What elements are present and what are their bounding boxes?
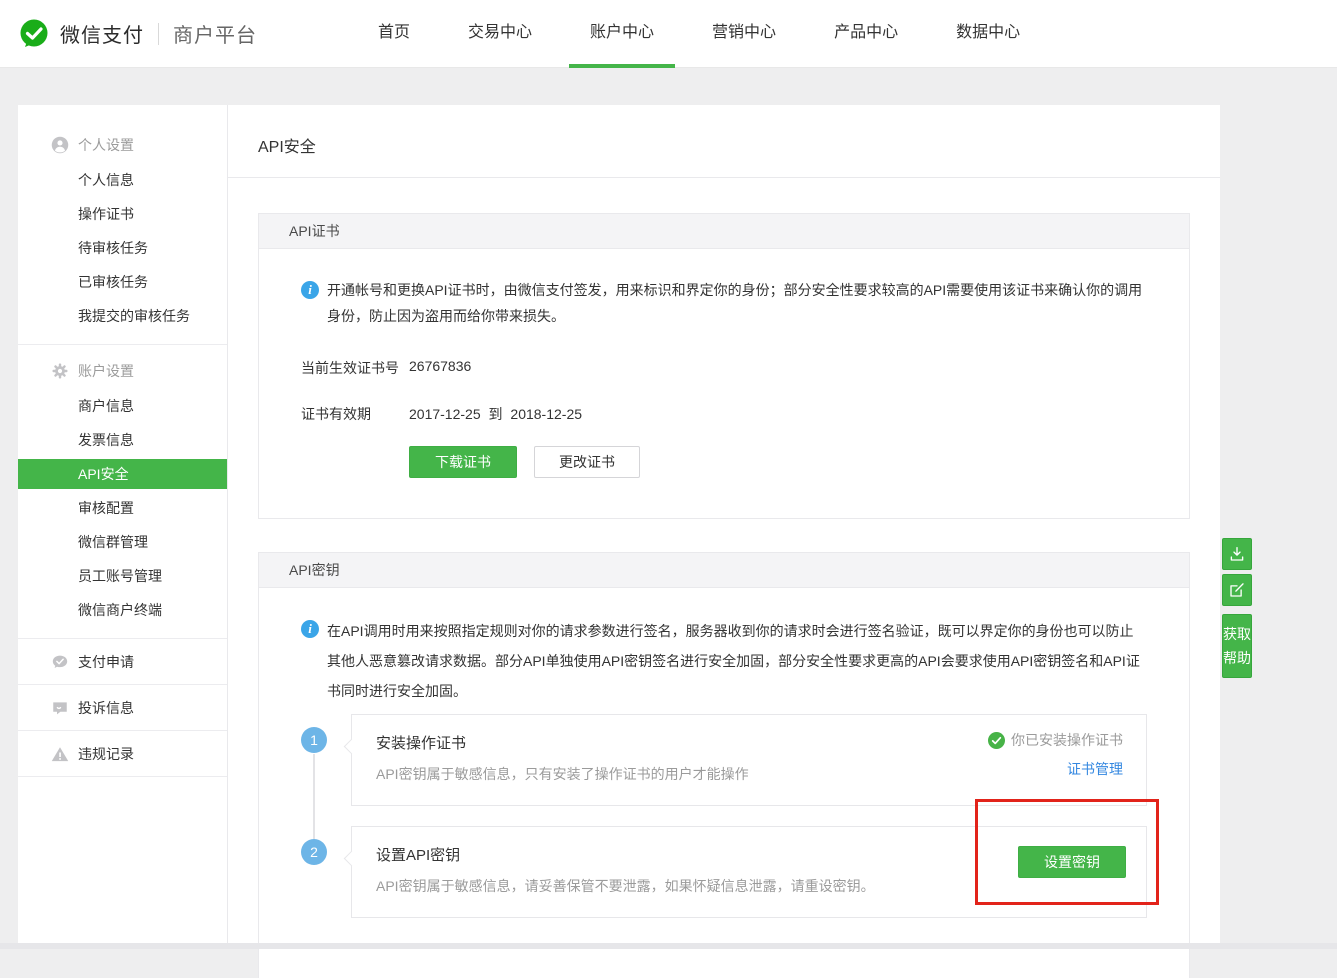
sidebar-link-label: 违规记录 [78,744,134,764]
cert-info-text: 开通帐号和更换API证书时，由微信支付签发，用来标识和界定你的身份；部分安全性要… [327,277,1147,329]
cert-manage-link[interactable]: 证书管理 [1067,759,1123,779]
sidebar-group-personal-settings[interactable]: 个人设置 [18,127,227,163]
sidebar-item-review-config[interactable]: 审核配置 [18,491,227,525]
step-2-title: 设置API密钥 [376,844,1122,865]
api-key-section-body: i 在API调用时用来按照指定规则对你的请求参数进行签名，服务器收到你的请求时会… [259,588,1189,978]
sidebar-item-merchant-info[interactable]: 商户信息 [18,389,227,423]
sidebar-link-label: 投诉信息 [78,698,134,718]
info-icon: i [301,620,319,638]
valid-from: 2017-12-25 [409,406,481,422]
page-title: API安全 [258,133,1220,157]
sidebar-item-pending-review-tasks[interactable]: 待审核任务 [18,231,227,265]
sidebar-item-staff-account-mgmt[interactable]: 员工账号管理 [18,559,227,593]
api-cert-section-title: API证书 [259,214,1189,249]
main-nav: 首页 交易中心 账户中心 营销中心 产品中心 数据中心 [349,0,1049,68]
user-icon [51,136,69,154]
main-panel: 个人设置 个人信息 操作证书 待审核任务 已审核任务 我提交的审核任务 [18,105,1220,943]
sidebar-item-api-security[interactable]: API安全 [18,459,227,489]
sidebar-item-personal-info[interactable]: 个人信息 [18,163,227,197]
sidebar-link-label: 支付申请 [78,652,134,672]
sidebar-item-operation-cert[interactable]: 操作证书 [18,197,227,231]
step-1-status-area: 你已安装操作证书 证书管理 [988,730,1123,779]
api-key-steps: 1 安装操作证书 API密钥属于敏感信息，只有安装了操作证书的用户才能操作 [301,714,1147,918]
sidebar-personal-items: 个人信息 操作证书 待审核任务 已审核任务 我提交的审核任务 [18,163,227,333]
api-cert-section-body: i 开通帐号和更换API证书时，由微信支付签发，用来标识和界定你的身份；部分安全… [259,249,1189,518]
cert-validity-row: 证书有效期 2017-12-25 到 2018-12-25 [301,404,1147,424]
key-info-row: i 在API调用时用来按照指定规则对你的请求参数进行签名，服务器收到你的请求时会… [301,616,1147,706]
api-cert-section: API证书 i 开通帐号和更换API证书时，由微信支付签发，用来标识和界定你的身… [258,213,1190,519]
nav-product-center[interactable]: 产品中心 [813,0,919,68]
cert-number-value: 26767836 [409,358,471,378]
product-name: 商户平台 [173,19,257,48]
sidebar-item-reviewed-tasks[interactable]: 已审核任务 [18,265,227,299]
sidebar-divider [18,344,227,345]
step-2-card: 设置API密钥 API密钥属于敏感信息，请妥善保管不要泄露，如果怀疑信息泄露，请… [351,826,1147,918]
wechat-pay-icon [18,18,50,50]
warning-icon [51,745,69,763]
sidebar-group-title: 账户设置 [78,361,134,381]
change-cert-button[interactable]: 更改证书 [534,446,640,478]
top-header: 微信支付 商户平台 首页 交易中心 账户中心 营销中心 产品中心 数据中心 [0,0,1337,68]
horizontal-scrollbar[interactable] [0,943,1337,949]
cert-info-row: i 开通帐号和更换API证书时，由微信支付签发，用来标识和界定你的身份；部分安全… [301,277,1147,329]
cert-validity-label: 证书有效期 [301,404,409,424]
sidebar-item-wechat-merchant-terminal[interactable]: 微信商户终端 [18,593,227,627]
edit-icon [1228,581,1246,599]
sidebar: 个人设置 个人信息 操作证书 待审核任务 已审核任务 我提交的审核任务 [18,105,228,943]
page-title-row: API安全 [228,105,1220,178]
set-api-key-button[interactable]: 设置密钥 [1018,846,1126,878]
check-circle-icon [988,732,1005,749]
content-area: API安全 API证书 i 开通帐号和更换API证书时，由微信支付签发，用来标识… [228,105,1220,943]
sidebar-link-complaint-info[interactable]: 投诉信息 [18,685,227,731]
feedback-tool-button[interactable] [1222,574,1252,606]
cert-validity-value: 2017-12-25 到 2018-12-25 [409,404,582,424]
download-icon [1228,545,1246,563]
nav-account-center[interactable]: 账户中心 [569,0,675,68]
comment-icon [51,699,69,717]
chat-check-icon [51,653,69,671]
step-set-api-key: 2 设置API密钥 API密钥属于敏感信息，请妥善保管不要泄露，如果怀疑信息泄露… [301,826,1147,918]
floating-toolbar: 获取帮助 [1222,538,1252,678]
download-tool-button[interactable] [1222,538,1252,570]
sidebar-link-payment-application[interactable]: 支付申请 [18,639,227,685]
download-cert-button[interactable]: 下载证书 [409,446,517,478]
sidebar-group-account-settings[interactable]: 账户设置 [18,353,227,389]
logo-divider [158,23,159,45]
nav-home[interactable]: 首页 [357,0,431,68]
range-word: 到 [489,406,503,422]
sidebar-item-wechat-group-mgmt[interactable]: 微信群管理 [18,525,227,559]
api-key-section: API密钥 i 在API调用时用来按照指定规则对你的请求参数进行签名，服务器收到… [258,552,1190,978]
nav-transaction-center[interactable]: 交易中心 [447,0,553,68]
gear-icon [51,362,69,380]
sidebar-item-my-submitted-tasks[interactable]: 我提交的审核任务 [18,299,227,333]
get-help-button[interactable]: 获取帮助 [1222,614,1252,678]
info-icon: i [301,281,319,299]
step-1-status-text: 你已安装操作证书 [1011,730,1123,750]
cert-number-label: 当前生效证书号 [301,358,409,378]
valid-to: 2018-12-25 [510,406,582,422]
sidebar-account-items: 商户信息 发票信息 API安全 审核配置 微信群管理 员工账号管理 微信商户终端 [18,389,227,627]
step-install-cert: 1 安装操作证书 API密钥属于敏感信息，只有安装了操作证书的用户才能操作 [301,714,1147,806]
nav-data-center[interactable]: 数据中心 [935,0,1041,68]
step-1-badge: 1 [301,727,327,753]
api-key-section-title: API密钥 [259,553,1189,588]
key-info-text: 在API调用时用来按照指定规则对你的请求参数进行签名，服务器收到你的请求时会进行… [327,616,1147,706]
step-1-card: 安装操作证书 API密钥属于敏感信息，只有安装了操作证书的用户才能操作 [351,714,1147,806]
nav-marketing-center[interactable]: 营销中心 [691,0,797,68]
brand-name: 微信支付 [60,19,144,48]
step-2-desc: API密钥属于敏感信息，请妥善保管不要泄露，如果怀疑信息泄露，请重设密钥。 [376,876,1122,896]
sidebar-item-invoice-info[interactable]: 发票信息 [18,423,227,457]
cert-number-row: 当前生效证书号 26767836 [301,358,1147,378]
sidebar-group-title: 个人设置 [78,135,134,155]
wechat-pay-logo[interactable]: 微信支付 商户平台 [18,18,257,50]
sidebar-link-violation-records[interactable]: 违规记录 [18,731,227,777]
step-2-badge: 2 [301,839,327,865]
step-1-status: 你已安装操作证书 [988,730,1123,750]
cert-buttons-row: 下载证书 更改证书 [301,446,1147,478]
